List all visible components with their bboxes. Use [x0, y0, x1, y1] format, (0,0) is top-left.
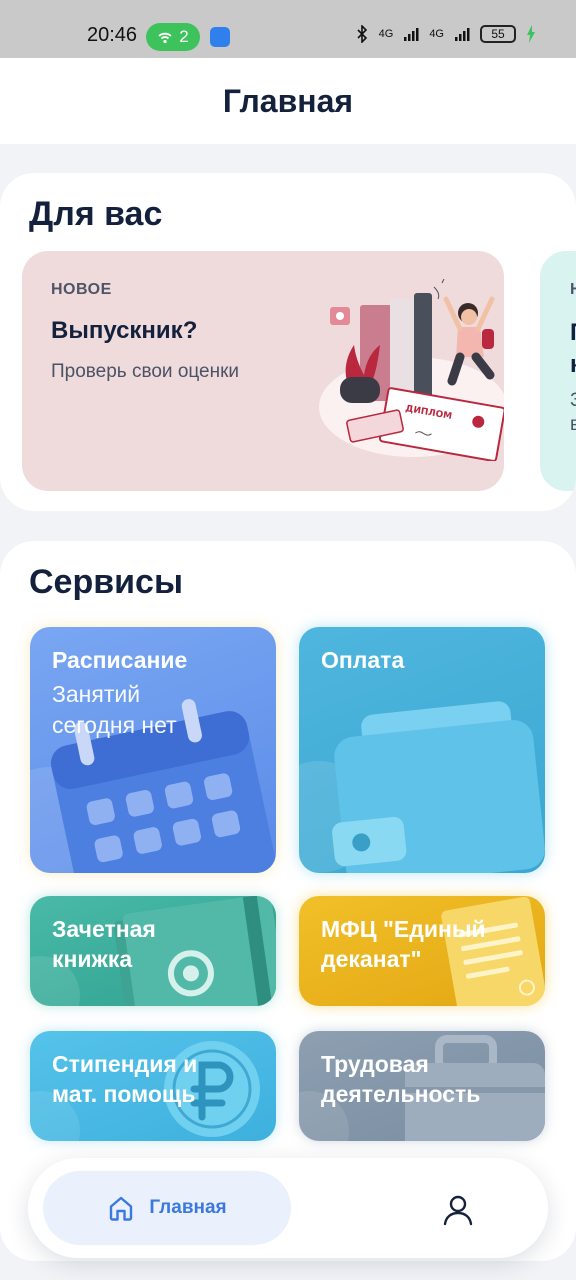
promo-next-subtitle: З в — [570, 390, 576, 435]
promo-next-tag: Н — [570, 281, 576, 298]
for-you-section: Для вас НОВОЕ Выпускник? Проверь свои оц… — [0, 173, 576, 511]
tile-label: Оплата — [321, 647, 405, 673]
promo-card-graduate[interactable]: НОВОЕ Выпускник? Проверь свои оценки ДИП… — [22, 251, 504, 491]
promo-tag: НОВОЕ — [51, 281, 112, 298]
service-tile-stipend[interactable]: Стипендия и мат. помощь — [30, 1031, 276, 1141]
services-title: Сервисы — [29, 563, 183, 601]
home-icon — [110, 1196, 133, 1221]
battery-indicator: 55 — [480, 25, 516, 43]
promo-title: Выпускник? — [51, 317, 198, 344]
tile-label: Расписание — [52, 647, 188, 673]
status-time: 20:46 — [87, 24, 138, 46]
services-section: Сервисы Расписание Занятий сегодня нет О… — [0, 541, 576, 1261]
service-tile-record-book[interactable]: Зачетная книжка — [30, 896, 276, 1006]
hotspot-indicator: 2 — [146, 23, 200, 51]
for-you-title: Для вас — [29, 195, 163, 233]
signal-icon-2 — [455, 28, 470, 41]
tile-label: Трудовая деятельность — [321, 1051, 481, 1107]
app-notification-icon — [210, 27, 230, 47]
nav-item-home-label: Главная — [149, 1197, 227, 1218]
hotspot-count: 2 — [179, 27, 189, 46]
wifi-hotspot-icon — [158, 32, 172, 44]
tile-label: МФЦ "Единый деканат" — [321, 916, 486, 972]
tile-label: Зачетная книжка — [52, 916, 156, 972]
status-indicators: 4G 4G 55 — [355, 25, 536, 43]
bluetooth-icon — [357, 25, 367, 43]
service-tile-payment[interactable]: Оплата — [299, 627, 545, 873]
bottom-navigation: Главная — [28, 1158, 548, 1258]
charging-icon — [527, 25, 535, 43]
page-title: Главная — [222, 82, 354, 119]
service-tile-schedule[interactable]: Расписание Занятий сегодня нет — [30, 627, 276, 873]
status-bar: 20:46 2 4G 4G 55 — [0, 0, 576, 58]
tile-label: Стипендия и мат. помощь — [52, 1051, 198, 1107]
graduate-illustration-icon: ДИПЛОМ — [319, 279, 504, 461]
service-tile-work[interactable]: Трудовая деятельность — [299, 1031, 545, 1141]
nav-item-home[interactable]: Главная — [43, 1171, 291, 1245]
network-type-2: 4G — [429, 28, 444, 40]
app-header: Главная — [0, 58, 576, 144]
promo-card-next[interactable]: Н П к З в — [540, 251, 576, 491]
signal-icon — [404, 28, 419, 41]
network-type-1: 4G — [378, 28, 394, 40]
service-tile-mfc[interactable]: МФЦ "Единый деканат" — [299, 896, 545, 1006]
profile-icon — [443, 1195, 473, 1226]
promo-next-title: П к — [570, 317, 576, 381]
promo-subtitle: Проверь свои оценки — [51, 361, 240, 382]
tile-subtitle: Занятий сегодня нет — [52, 681, 177, 738]
nav-item-profile[interactable] — [436, 1188, 480, 1232]
